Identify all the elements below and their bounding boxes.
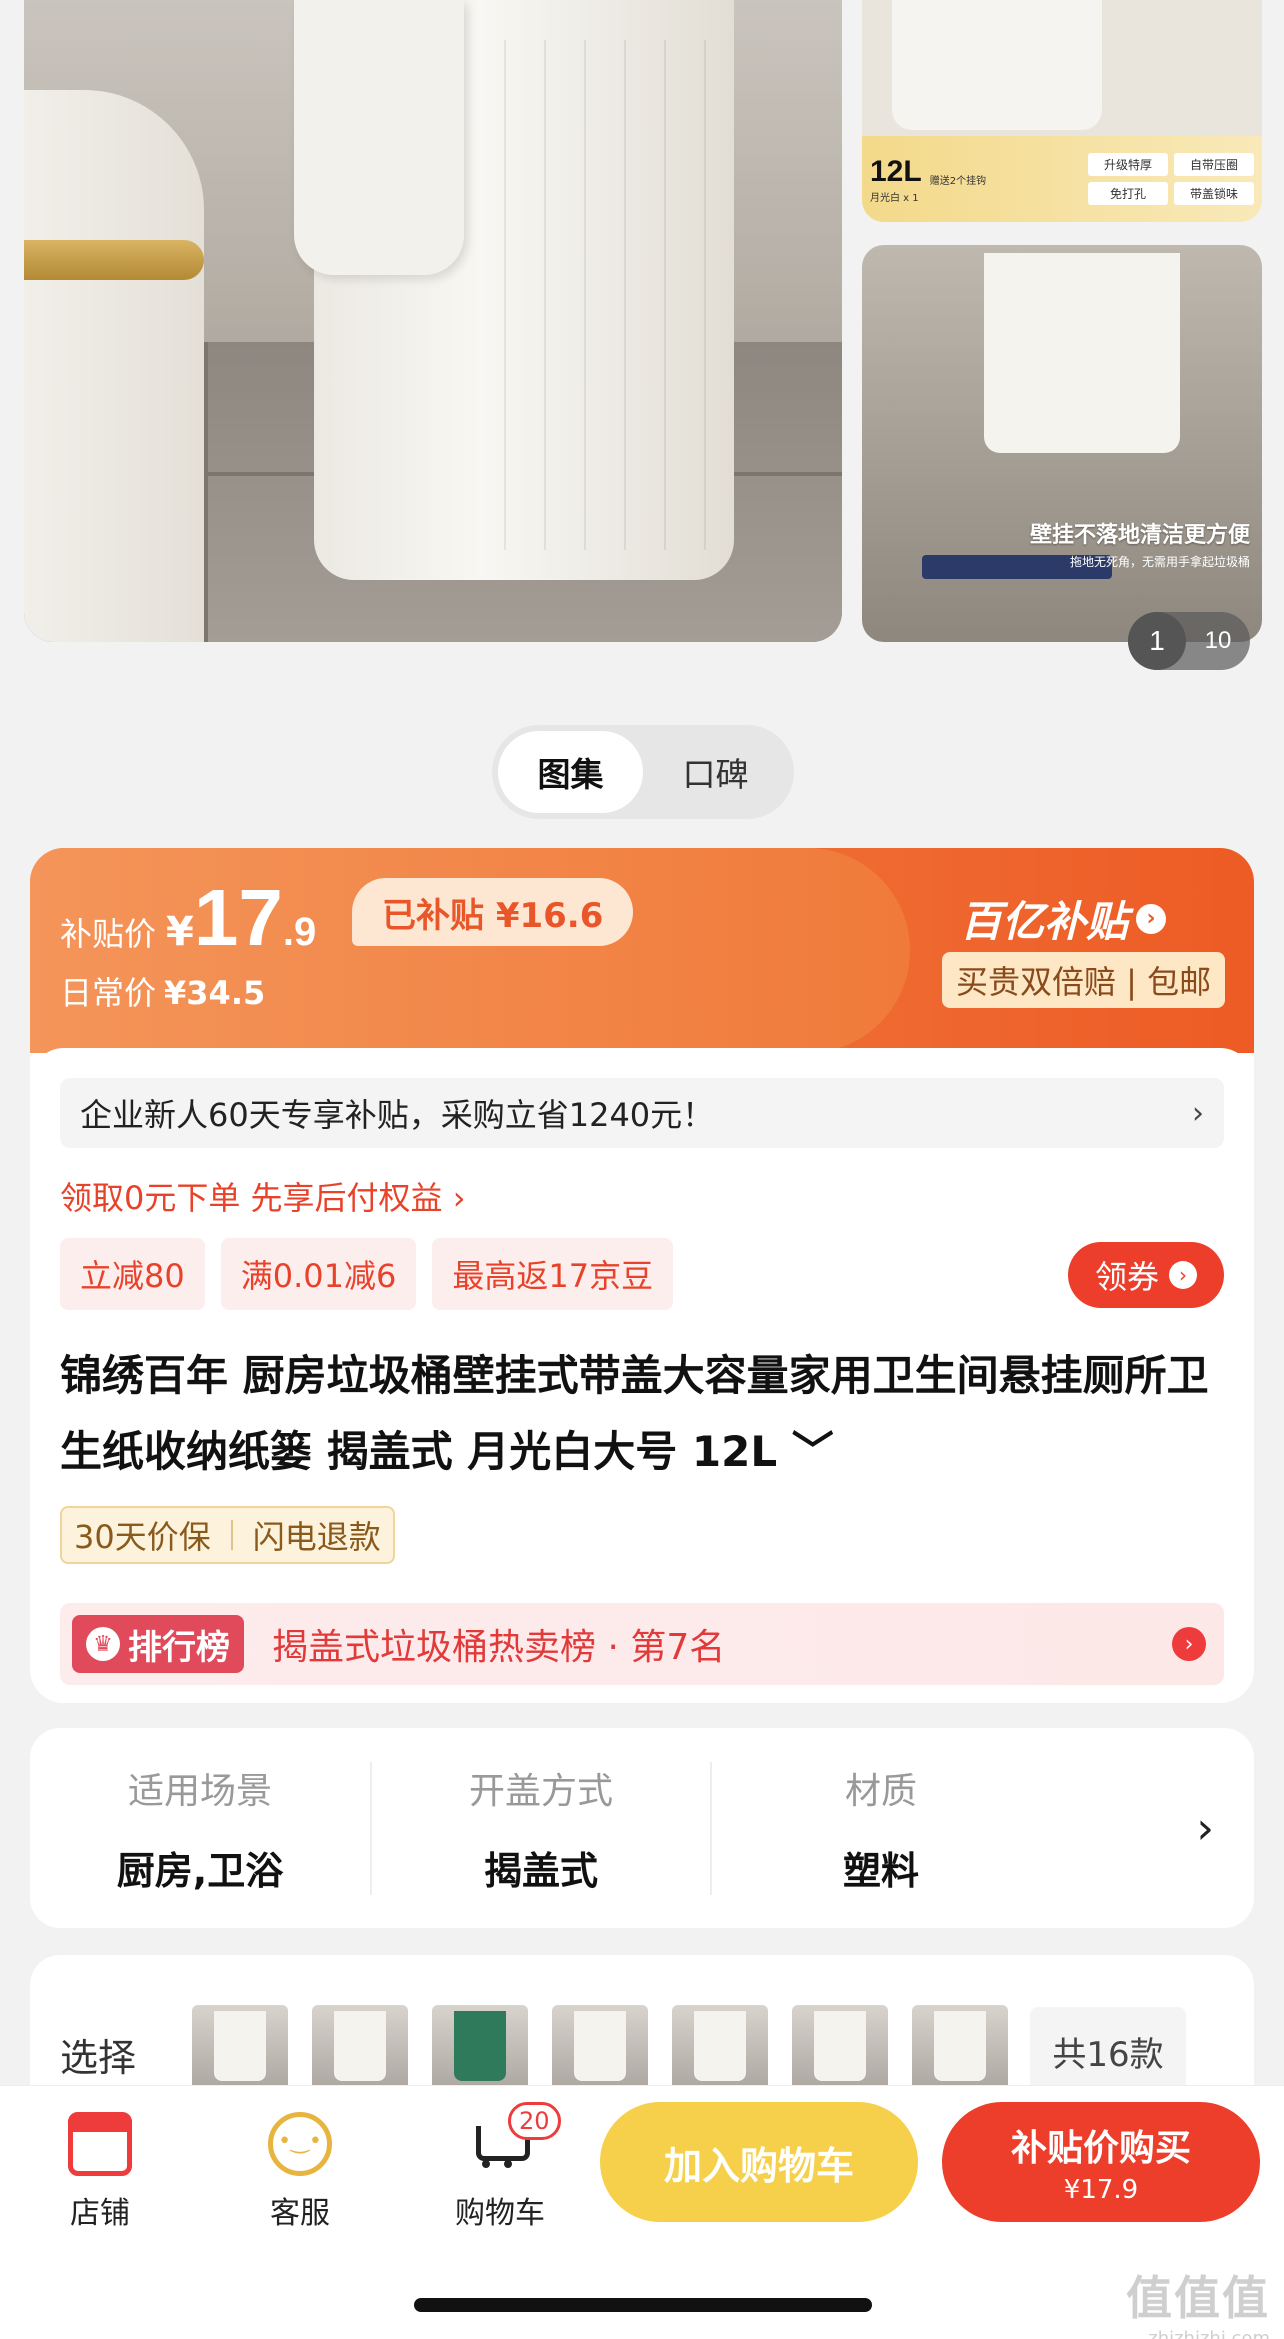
image-counter: 1 10 [1128,612,1250,670]
product-attributes[interactable]: 适用场景 厨房,卫浴 开盖方式 揭盖式 材质 塑料 › [30,1728,1254,1928]
price-integer: 17 [193,873,283,962]
image-headline: 壁挂不落地清洁更方便 [1029,523,1250,548]
cart-icon: 20 [468,2102,561,2176]
feature-tag: 免打孔 [1088,182,1168,205]
variant-thumbnail[interactable] [912,2005,1008,2095]
promo-text: 企业新人60天专享补贴，采购立省1240元！ [80,1096,715,1134]
attribute-key: 开盖方式 [468,1770,613,1812]
feature-tag: 自带压圈 [1174,153,1254,176]
image-subline: 拖地无死角，无需用手拿起垃圾桶 [1069,555,1250,569]
coupon-tag[interactable]: 立减80 [60,1238,205,1310]
subsidy-brand-label: 百亿补贴 [960,897,1129,946]
trophy-icon: ♛ [86,1627,120,1661]
cart-tab[interactable]: 20 购物车 [430,2102,570,2232]
watermark-url: zhizhizhi.com [1148,2328,1270,2339]
ranking-badge-label: 排行榜 [128,1627,230,1668]
store-icon [68,2112,132,2176]
service-guarantees[interactable]: 30天价保 闪电退款 [60,1506,395,1564]
attribute-scene: 适用场景 厨房,卫浴 [30,1762,370,1895]
feature-tag: 升级特厚 [1088,153,1168,176]
cart-count-badge: 20 [508,2102,561,2140]
divider [230,1520,233,1550]
attribute-value: 塑料 [842,1848,919,1893]
buy-now-price: ¥17.9 [1063,2175,1139,2205]
store-label: 店铺 [70,2196,130,2231]
chevron-right-icon: › [1136,903,1167,934]
buy-now-label: 补贴价购买 [1010,2128,1191,2169]
product-gallery[interactable]: 12L 月光白 x 1 赠送2个挂钩 升级特厚 自带压圈 免打孔 带盖锁味 壁挂… [0,0,1284,670]
product-info-card: 补贴价 ¥ 17 .9 已补贴 ¥16.6 日常价 ¥34.5 百亿补贴 › 买贵… [30,848,1254,1703]
variant-thumbnail[interactable] [312,2005,408,2095]
enterprise-promo-bar[interactable]: 企业新人60天专享补贴，采购立省1240元！ › [60,1078,1224,1148]
price-banner: 补贴价 ¥ 17 .9 已补贴 ¥16.6 日常价 ¥34.5 百亿补贴 › 买贵… [30,848,1254,1053]
variant-thumbnail[interactable] [432,2005,528,2095]
variant-thumbnail[interactable] [792,2005,888,2095]
attribute-lid: 开盖方式 揭盖式 [370,1761,710,1895]
thumbnail-image-bottom[interactable]: 壁挂不落地清洁更方便 拖地无死角，无需用手拿起垃圾桶 [862,245,1262,642]
coupon-tag[interactable]: 满0.01减6 [220,1238,417,1310]
image-counter-total: 10 [1204,627,1232,654]
fast-refund-label: 闪电退款 [252,1518,381,1556]
price-decimal: .9 [282,910,317,954]
service-tab[interactable]: 客服 [230,2112,370,2232]
variant-thumbnail[interactable] [672,2005,768,2095]
image-counter-current: 1 [1128,612,1186,670]
watermark: 值值值 zhizhizhi.com [1126,2262,1270,2339]
attribute-value: 揭盖式 [483,1848,598,1893]
coupon-list: 立减80 满0.01减6 最高返17京豆 [60,1238,674,1310]
feature-strip: 12L 月光白 x 1 赠送2个挂钩 升级特厚 自带压圈 免打孔 带盖锁味 [862,136,1262,222]
price-protection-label: 30天价保 [74,1518,211,1556]
variant-label: 选择 [60,2036,137,2080]
subsidy-price: 补贴价 ¥ 17 .9 [60,878,316,958]
chevron-right-icon: › [1169,1261,1197,1289]
main-product-image[interactable] [24,0,842,642]
get-coupon-label: 领券 [1094,1258,1159,1296]
variant-thumbnail[interactable] [192,2005,288,2095]
feature-tag: 带盖锁味 [1174,182,1254,205]
add-to-cart-button[interactable]: 加入购物车 [600,2102,918,2222]
customer-service-icon [268,2112,332,2176]
attribute-key: 材质 [844,1770,917,1812]
thumbnail-image-top[interactable]: 12L 月光白 x 1 赠送2个挂钩 升级特厚 自带压圈 免打孔 带盖锁味 [862,0,1262,222]
variant-count[interactable]: 共16款 [1030,2007,1186,2095]
gallery-segment-control: 图集 口碑 [492,725,794,819]
gift-label: 赠送2个挂钩 [929,175,987,187]
daily-price-label: 日常价 [60,974,157,1012]
currency-symbol: ¥ [166,909,194,955]
attribute-key: 适用场景 [127,1770,272,1812]
toilet-illustration [24,90,204,642]
variant-thumbnail[interactable] [552,2005,648,2095]
size-label: 12L [870,154,922,188]
product-details: 企业新人60天专享补贴，采购立省1240元！ › 领取0元下单 先享后付权益 ›… [30,1048,1254,1703]
get-coupon-button[interactable]: 领券 › [1068,1242,1224,1308]
guarantee-tag: 买贵双倍赔 | 包邮 [942,952,1226,1008]
daily-price: 日常价 ¥34.5 [60,968,265,1014]
tab-reviews[interactable]: 口碑 [643,731,788,813]
trash-bin-illustration [294,0,734,580]
daily-price-value: ¥34.5 [164,974,266,1012]
pay-later-link[interactable]: 领取0元下单 先享后付权益 › [60,1173,466,1219]
chevron-right-icon: › [1192,1095,1204,1131]
subsidy-brand-link[interactable]: 百亿补贴 › [960,888,1167,949]
service-label: 客服 [270,2196,330,2231]
cart-label: 购物车 [455,2196,545,2231]
variant-thumbnails [192,2005,1008,2095]
watermark-logo: 值值值 [1126,2271,1270,2325]
coupon-tag[interactable]: 最高返17京豆 [432,1238,674,1310]
ranking-text: 揭盖式垃圾桶热卖榜 · 第7名 [272,1627,726,1668]
ranking-bar[interactable]: ♛ 排行榜 揭盖式垃圾桶热卖榜 · 第7名 › [60,1603,1224,1685]
home-indicator[interactable] [414,2298,872,2312]
chevron-right-icon: › [1172,1627,1206,1661]
buy-now-button[interactable]: 补贴价购买 ¥17.9 [942,2102,1260,2222]
product-title[interactable]: 锦绣百年 厨房垃圾桶壁挂式带盖大容量家用卫生间悬挂厕所卫生纸收纳纸篓 揭盖式 月… [60,1338,1230,1490]
subsidy-amount-pill: 已补贴 ¥16.6 [352,878,634,946]
color-caption: 月光白 x 1 [870,192,919,204]
attribute-material: 材质 塑料 [710,1761,1050,1895]
subsidy-price-label: 补贴价 [60,915,157,953]
ranking-badge: ♛ 排行榜 [72,1615,244,1673]
attribute-value: 厨房,卫浴 [116,1848,284,1893]
chevron-right-icon[interactable]: › [1196,1803,1214,1854]
tab-gallery[interactable]: 图集 [498,731,643,813]
store-tab[interactable]: 店铺 [30,2112,170,2232]
